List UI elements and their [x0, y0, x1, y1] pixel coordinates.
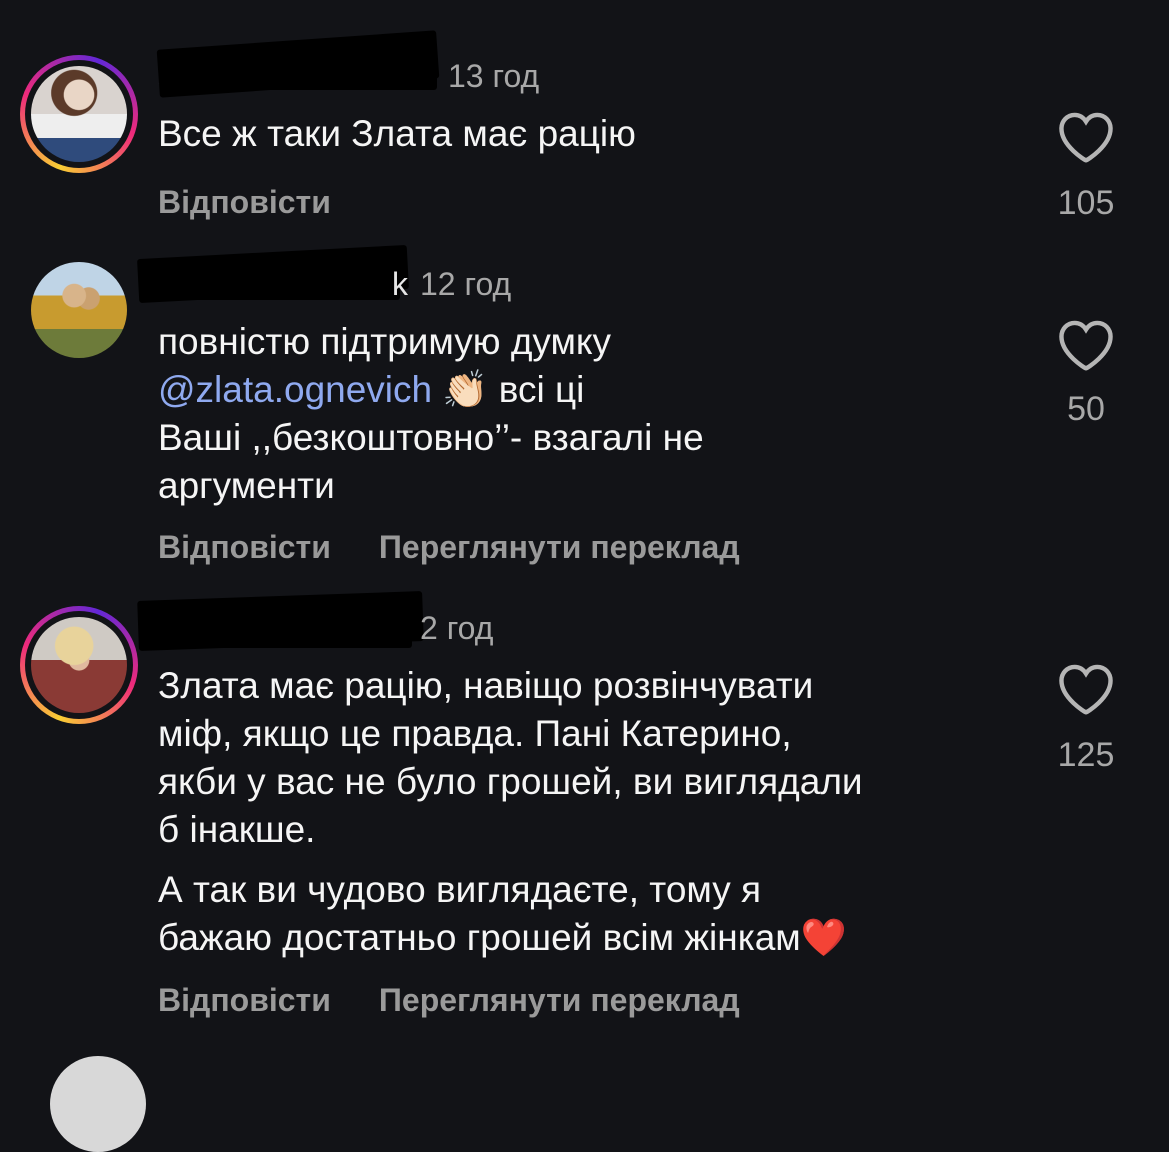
heart-outline-icon[interactable]	[1056, 318, 1116, 372]
redaction-bar	[172, 62, 437, 90]
heart-outline-icon[interactable]	[1056, 110, 1116, 164]
reply-button[interactable]: Відповісти	[158, 529, 331, 566]
avatar	[31, 262, 127, 358]
avatar-story-ring[interactable]	[20, 55, 138, 173]
comment-text-continued: А так ви чудово виглядаєте, тому я бажаю…	[158, 869, 847, 958]
redaction-bar	[150, 270, 400, 300]
like-count: 50	[1067, 390, 1105, 428]
avatar-story-ring[interactable]	[20, 606, 138, 724]
previous-comment-fragment	[250, 0, 830, 6]
clapping-emoji: 👏🏻	[442, 369, 489, 410]
comment-text: повністю підтримую думку @zlata.ognevich…	[158, 321, 704, 506]
heart-outline-icon[interactable]	[1056, 662, 1116, 716]
reply-button[interactable]: Відповісти	[158, 184, 331, 221]
redaction-bar	[150, 618, 412, 648]
like-count: 125	[1057, 736, 1115, 774]
red-heart-emoji: ❤️	[800, 917, 847, 958]
comment-time: 2 год	[420, 610, 494, 646]
comment-actions: Відповісти Переглянути переклад	[158, 982, 740, 1019]
avatar[interactable]	[50, 1056, 146, 1152]
like-count: 105	[1057, 184, 1115, 222]
reply-button[interactable]: Відповісти	[158, 982, 331, 1019]
avatar-frame[interactable]	[20, 251, 138, 369]
mention-link[interactable]: @zlata.ognevich	[158, 369, 432, 410]
comment-actions: Відповісти	[158, 184, 331, 221]
comment-time: 12 год	[420, 266, 512, 302]
avatar	[31, 66, 127, 162]
avatar	[31, 617, 127, 713]
comment-actions: Відповісти Переглянути переклад	[158, 529, 740, 566]
see-translation-button[interactable]: Переглянути переклад	[379, 529, 740, 566]
comment-username[interactable]: k	[392, 266, 408, 303]
see-translation-button[interactable]: Переглянути переклад	[379, 982, 740, 1019]
comment-text: Все ж таки Злата має рацію	[158, 113, 636, 154]
comment-time: 13 год	[448, 58, 540, 94]
comment-text: Злата має рацію, навіщо розвінчувати міф…	[158, 665, 863, 850]
